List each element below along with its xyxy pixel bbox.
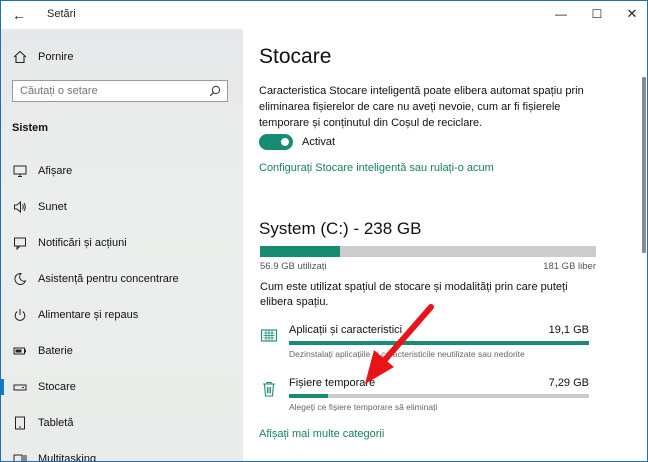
storage-icon [13,384,27,391]
category-subtitle: Alegeți ce fișiere temporare să eliminaț… [289,402,438,412]
home-icon [13,50,27,64]
battery-icon [13,347,26,355]
active-indicator [1,379,4,395]
minimize-button[interactable]: — [550,5,572,23]
sidebar-item-label: Asistență pentru concentrare [38,273,179,285]
sidebar-home-label: Pornire [38,51,74,63]
sidebar-item-label: Notificări și acțiuni [38,237,127,249]
sidebar-item-label: Sunet [38,201,67,213]
sidebar: Pornire Sistem Afișare Sunet Notificări … [1,29,243,462]
category-usage-bar [289,341,589,345]
search-icon [209,85,221,97]
category-temporary-files[interactable]: Fișiere temporare 7,29 GB Alegeți ce fiș… [259,375,594,415]
notification-icon [14,237,26,250]
sidebar-section-title: Sistem [12,122,49,134]
apps-icon [260,329,278,342]
sidebar-item-label: Multitasking [38,453,97,462]
search-box[interactable] [12,80,228,102]
category-size: 19,1 GB [548,324,589,336]
search-input[interactable] [20,84,200,98]
sidebar-item-label: Baterie [38,345,73,357]
page-title: Stocare [259,45,332,68]
drive-usage-fill [260,246,341,257]
sidebar-item-tablet[interactable]: Tabletă [1,409,243,437]
sidebar-item-storage[interactable]: Stocare [1,373,243,401]
monitor-icon [13,165,27,177]
sidebar-item-label: Afișare [38,165,73,177]
sidebar-item-notifications[interactable]: Notificări și acțiuni [1,229,243,257]
moon-icon [14,272,27,285]
free-space-label: 181 GB liber [543,261,596,272]
toggle-knob [281,138,289,146]
sidebar-item-label: Alimentare și repaus [38,309,139,321]
category-name: Aplicații și caracteristici [289,324,403,336]
storage-sense-description: Caracteristica Stocare inteligentă poate… [259,85,584,129]
power-icon [14,309,26,321]
sidebar-item-sound[interactable]: Sunet [1,193,243,221]
sidebar-item-label: Tabletă [38,417,74,429]
configure-storage-sense-link[interactable]: Configurați Stocare inteligentă sau rula… [259,162,494,174]
multitasking-icon [13,454,27,461]
show-more-categories-link[interactable]: Afișați mai multe categorii [259,428,384,440]
close-button[interactable]: ✕ [621,5,643,23]
category-usage-fill [289,341,589,345]
sidebar-item-display[interactable]: Afișare [1,157,243,185]
category-usage-fill [289,394,328,398]
title-bar: ← Setări — ☐ ✕ [1,1,647,29]
maximize-button[interactable]: ☐ [586,5,608,23]
drive-usage-bar [260,246,596,257]
drive-title: System (C:) - 238 GB [259,219,422,238]
storage-sense-toggle[interactable] [259,134,293,150]
main-content: Stocare Caracteristica Stocare inteligen… [243,29,647,461]
sidebar-item-multitasking[interactable]: Multitasking [1,445,243,462]
usage-description: Cum este utilizat spațiul de stocare și … [260,281,568,308]
category-apps-features[interactable]: Aplicații și caracteristici 19,1 GB Dezi… [259,322,594,362]
category-size: 7,29 GB [548,377,589,389]
tablet-icon [15,416,25,430]
settings-window: ← Setări — ☐ ✕ Pornire Sistem Afișare Su… [0,0,648,462]
app-title: Setări [47,8,76,20]
speaker-icon [14,200,26,214]
trash-icon [263,381,275,397]
category-usage-bar [289,394,589,398]
sidebar-item-power-sleep[interactable]: Alimentare și repaus [1,301,243,329]
used-space-label: 56.9 GB utilizați [260,261,327,272]
sidebar-item-label: Stocare [38,381,76,393]
category-subtitle: Dezinstalați aplicațiile și caracteristi… [289,349,525,359]
toggle-label: Activat [302,136,336,148]
back-button[interactable]: ← [11,7,27,23]
scrollbar[interactable] [642,77,646,253]
sidebar-home[interactable]: Pornire [1,43,243,71]
sidebar-item-focus-assist[interactable]: Asistență pentru concentrare [1,265,243,293]
category-name: Fișiere temporare [289,377,376,389]
sidebar-item-battery[interactable]: Baterie [1,337,243,365]
